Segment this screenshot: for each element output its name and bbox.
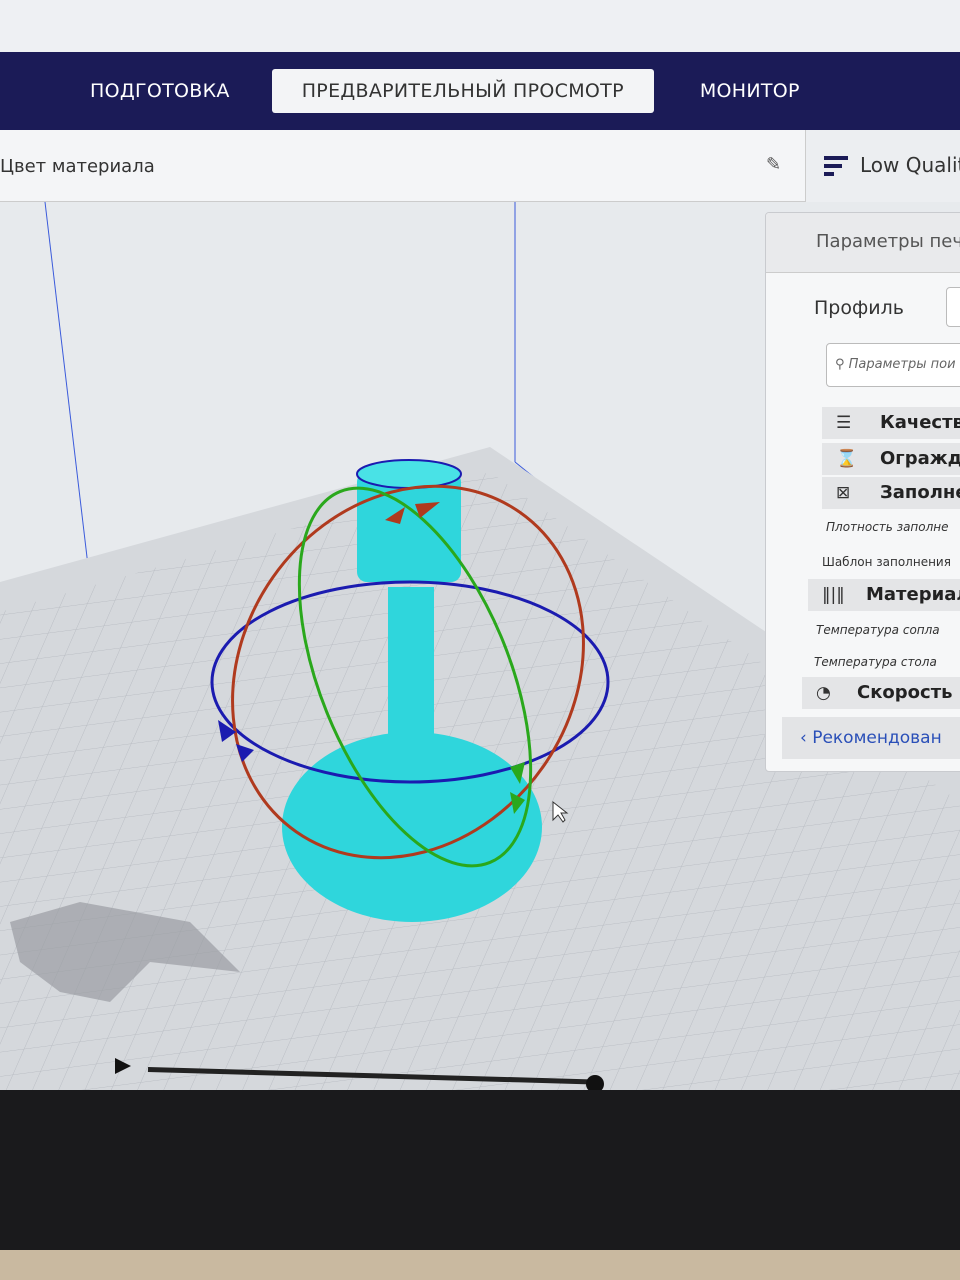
category-label: Качеств [880, 412, 960, 433]
pencil-icon[interactable]: ✎ [766, 154, 781, 175]
category-infill[interactable]: ⊠ Заполнен [822, 477, 960, 509]
panel-title: Параметры печ [766, 213, 960, 273]
color-scheme-select[interactable]: Цвет материала [0, 156, 155, 177]
category-material[interactable]: ‖|‖ Материал [808, 579, 960, 611]
category-quality[interactable]: ☰ Качеств [822, 407, 960, 439]
settings-search-input[interactable]: ⚲ Параметры пои [826, 343, 960, 387]
material-icon: ‖|‖ [822, 585, 845, 605]
setting-infill-density[interactable]: Плотность заполне [826, 520, 949, 534]
background-wall [0, 0, 960, 52]
category-label: Заполнен [880, 482, 960, 503]
shell-icon: ⌛ [836, 449, 858, 469]
tab-monitor[interactable]: МОНИТОР [670, 69, 830, 113]
recommended-button[interactable]: ‹ Рекомендован [782, 717, 960, 759]
layer-path-slider[interactable] [110, 1055, 610, 1095]
category-shell[interactable]: ⌛ Огражде [822, 443, 960, 475]
desk [0, 1250, 960, 1280]
setting-infill-pattern[interactable]: Шаблон заполнения [822, 555, 951, 569]
setting-nozzle-temp[interactable]: Температура сопла [816, 623, 940, 637]
stage-tabs: ПОДГОТОВКА ПРЕДВАРИТЕЛЬНЫЙ ПРОСМОТР МОНИ… [0, 52, 960, 130]
category-label: Огражде [880, 448, 960, 469]
quality-icon: ☰ [836, 413, 852, 433]
category-label: Материал [866, 584, 960, 605]
search-placeholder: Параметры пои [848, 357, 956, 372]
quality-icon [824, 156, 848, 180]
search-icon: ⚲ [835, 357, 849, 372]
setting-bed-temp[interactable]: Температура стола [814, 655, 937, 669]
view-toolbar: Цвет материала ✎ [0, 130, 805, 202]
profile-dropdown[interactable] [946, 287, 960, 327]
slider-track[interactable] [147, 1067, 598, 1085]
print-settings-panel: Параметры печ Профиль ⚲ Параметры пои ☰ К… [765, 212, 960, 772]
tab-prepare[interactable]: ПОДГОТОВКА [60, 69, 260, 113]
category-speed[interactable]: ◔ Скорость [802, 677, 960, 709]
quality-label: Low Quality [860, 153, 960, 177]
speedometer-icon: ◔ [816, 683, 831, 703]
infill-icon: ⊠ [836, 483, 851, 503]
play-icon[interactable] [115, 1058, 131, 1074]
chevron-left-icon: ‹ [800, 728, 813, 748]
category-label: Скорость [857, 682, 953, 703]
print-settings-button[interactable]: Low Quality [805, 130, 960, 202]
recommended-label: Рекомендован [812, 728, 942, 748]
monitor-bezel [0, 1090, 960, 1280]
tab-preview[interactable]: ПРЕДВАРИТЕЛЬНЫЙ ПРОСМОТР [271, 69, 654, 113]
profile-label: Профиль [814, 297, 904, 319]
